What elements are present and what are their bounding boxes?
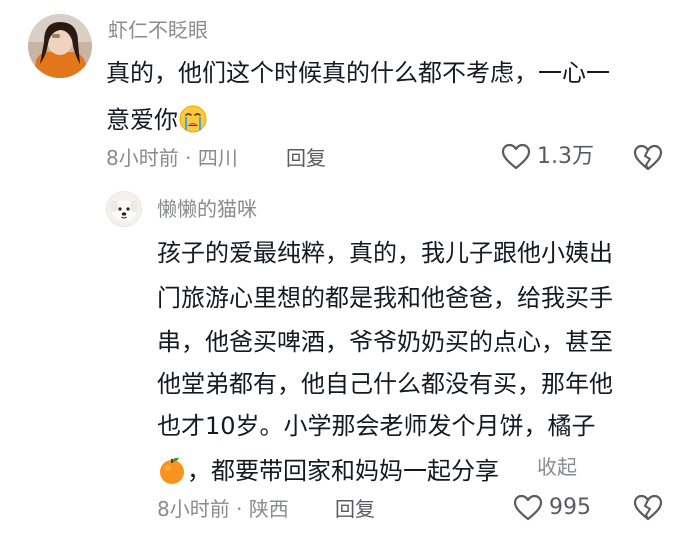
dislike-button[interactable] xyxy=(633,494,663,526)
reply-text-line: 串，他爸买啤酒，爷爷奶奶买的点心，甚至 xyxy=(157,328,613,356)
like-count: 1.3万 xyxy=(537,144,594,169)
reply-text-line: 孩子的爱最纯粹，真的，我儿子跟他小姨出 xyxy=(157,239,613,267)
comment-username[interactable]: 虾仁不眨眼 xyxy=(108,20,208,40)
reply-location: 陕西 xyxy=(248,497,289,521)
like-button[interactable]: 1.3万 xyxy=(501,143,594,171)
comment-text-line: 真的，他们这个时候真的什么都不考虑，一心一 xyxy=(106,59,610,87)
reply-text-line: ，都要带回家和妈妈一起分享 xyxy=(187,457,499,485)
comment-time: 8小时前 xyxy=(106,146,179,170)
heart-outline-icon xyxy=(501,143,531,170)
comment-meta: 8小时前 · 四川 xyxy=(106,148,238,168)
reply-text-line: 他堂弟都有，他自己什么都没有买，那年他 xyxy=(157,370,613,398)
reply-meta: 8小时前 · 陕西 xyxy=(157,499,289,519)
user-photo-avatar-icon xyxy=(28,14,92,78)
reply-text-line: 门旅游心里想的都是我和他爸爸，给我买手 xyxy=(157,284,613,312)
reply-text-last-line: ，都要带回家和妈妈一起分享 xyxy=(157,455,499,485)
comment-text-line: 意爱你 xyxy=(106,106,178,134)
comment-location: 四川 xyxy=(197,146,238,170)
meta-separator: · xyxy=(185,146,192,170)
comment-text-last-line: 意爱你 xyxy=(106,104,208,134)
like-button[interactable]: 995 xyxy=(513,494,591,522)
reply-time: 8小时前 xyxy=(157,497,230,521)
reply-username[interactable]: 懒懒的猫咪 xyxy=(157,199,257,219)
like-count: 995 xyxy=(549,495,591,520)
white-dog-avatar-icon xyxy=(107,192,141,226)
broken-heart-outline-icon xyxy=(633,144,663,171)
avatar[interactable] xyxy=(28,14,92,78)
avatar[interactable] xyxy=(106,191,142,227)
reply-text-line: 也才10岁。小学那会老师发个月饼，橘子 xyxy=(157,412,596,440)
tangerine-emoji-icon xyxy=(160,457,184,484)
reply-button[interactable]: 回复 xyxy=(286,148,326,168)
dislike-button[interactable] xyxy=(633,144,663,176)
meta-separator: · xyxy=(236,497,243,521)
reply-button[interactable]: 回复 xyxy=(335,499,375,519)
broken-heart-outline-icon xyxy=(633,494,663,521)
heart-outline-icon xyxy=(513,494,543,521)
crying-face-emoji-icon xyxy=(179,105,207,133)
collapse-button[interactable]: 收起 xyxy=(537,457,577,477)
